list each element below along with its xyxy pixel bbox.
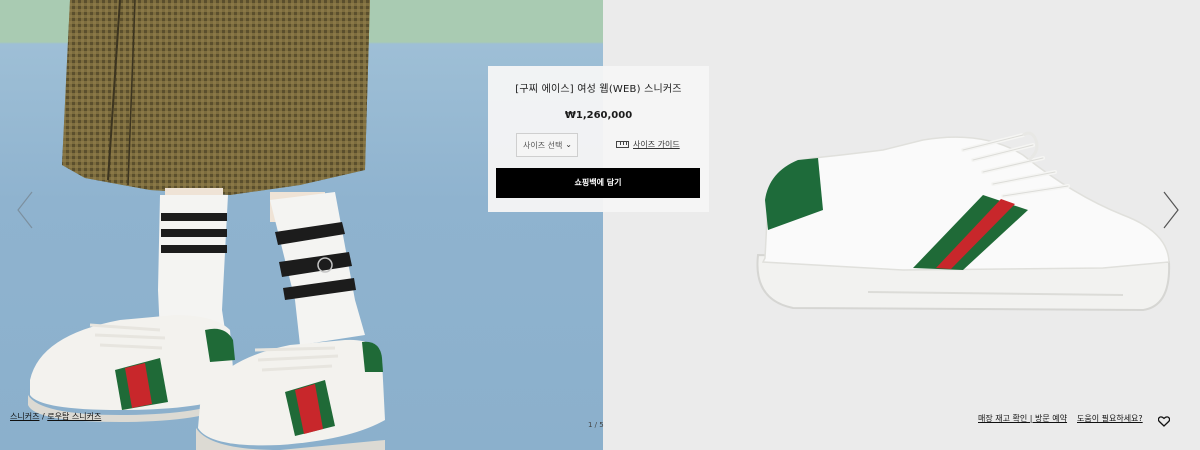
gallery-pager: 1 / 5 — [588, 421, 604, 429]
chevron-left-icon[interactable] — [14, 190, 36, 230]
size-guide-label: 사이즈 가이드 — [633, 140, 680, 149]
breadcrumb-parent-link[interactable]: 스니커즈 — [10, 412, 39, 421]
help-link[interactable]: 도움이 필요하세요? — [1077, 413, 1143, 424]
product-title: [구찌 에이스] 여성 웹(WEB) 스니커즈 — [515, 84, 682, 95]
chevron-right-icon[interactable] — [1160, 190, 1182, 230]
chevron-down-icon: ⌄ — [565, 140, 572, 149]
breadcrumb: 스니커즈 / 로우탑 스니커즈 — [10, 411, 101, 422]
product-info-card: [구찌 에이스] 여성 웹(WEB) 스니커즈 ₩1,260,000 사이즈 선… — [488, 66, 709, 212]
heart-icon[interactable] — [1158, 416, 1170, 427]
add-to-bag-button[interactable]: 쇼핑백에 담기 — [496, 168, 700, 198]
store-stock-check-link[interactable]: 매장 재고 확인 | 방문 예약 — [978, 413, 1067, 424]
product-price: ₩1,260,000 — [564, 110, 633, 121]
size-select-dropdown[interactable]: 사이즈 선택 ⌄ — [516, 133, 578, 157]
size-select-label: 사이즈 선택 — [523, 141, 563, 150]
ruler-icon — [616, 141, 629, 148]
product-page: [구찌 에이스] 여성 웹(WEB) 스니커즈 ₩1,260,000 사이즈 선… — [0, 0, 1200, 450]
size-guide-link[interactable]: 사이즈 가이드 — [616, 139, 680, 150]
breadcrumb-current-link[interactable]: 로우탑 스니커즈 — [47, 412, 101, 421]
breadcrumb-separator: / — [42, 412, 45, 421]
